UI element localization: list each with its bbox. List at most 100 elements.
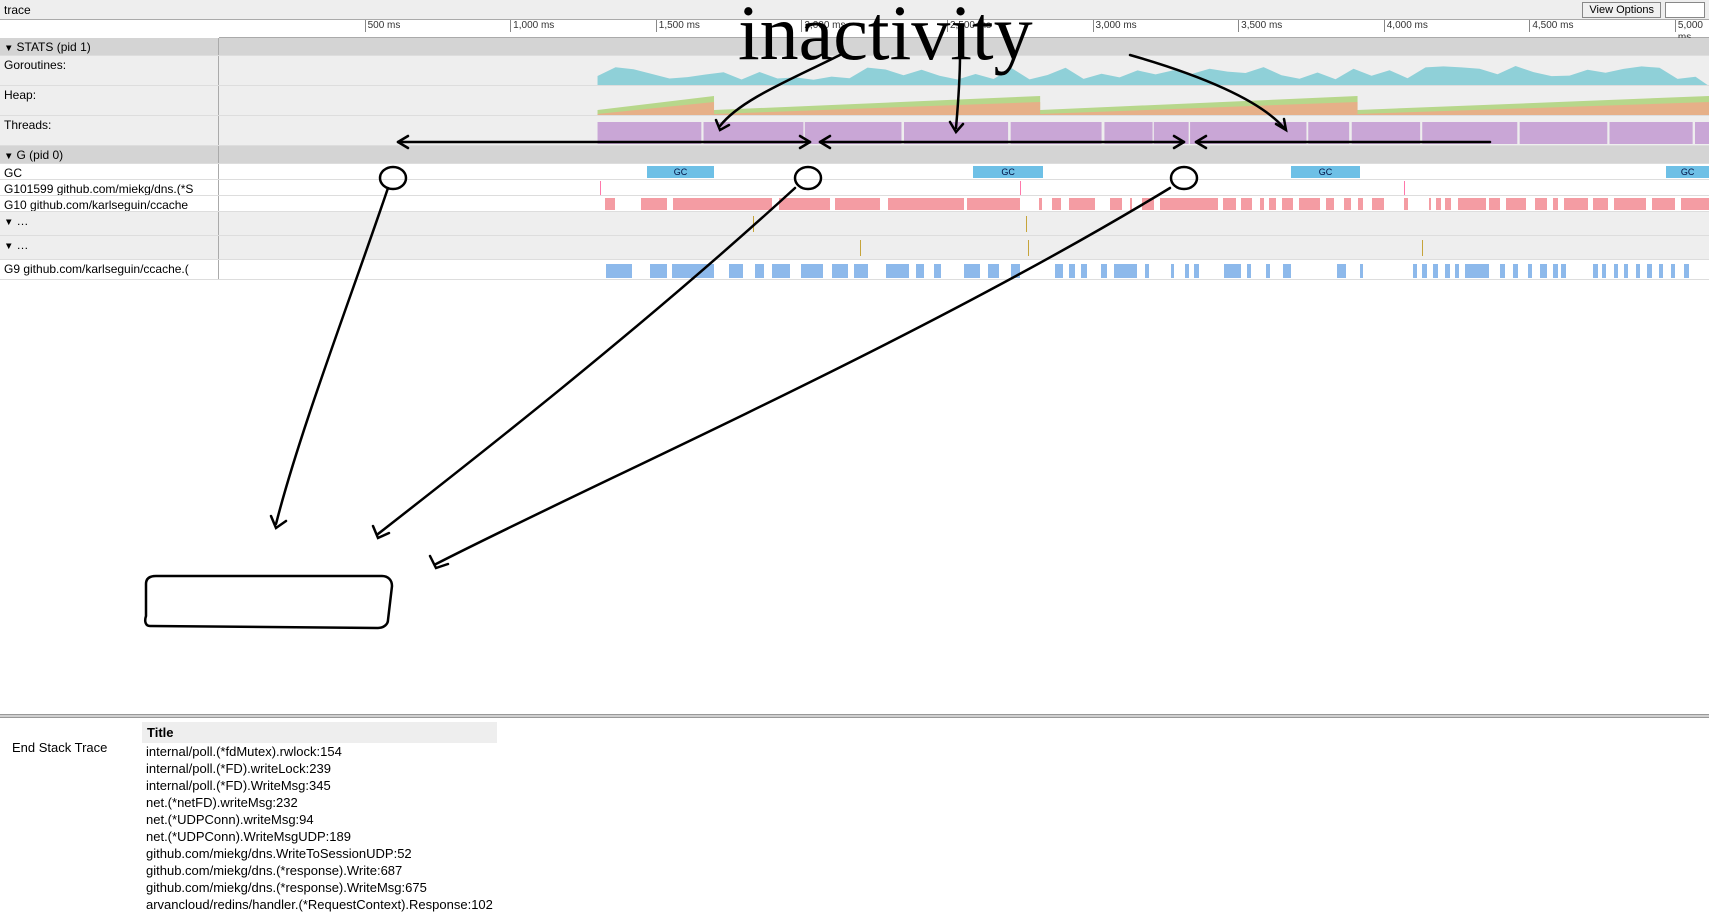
running-span[interactable] bbox=[1360, 264, 1363, 278]
gc-row[interactable]: GC GCGCGCGC bbox=[0, 164, 1709, 180]
running-span[interactable] bbox=[1614, 198, 1646, 210]
running-span[interactable] bbox=[1429, 198, 1431, 210]
running-span[interactable] bbox=[1413, 264, 1417, 278]
stats-section-header[interactable]: STATS (pid 1) bbox=[0, 38, 1709, 56]
gc-span[interactable]: GC bbox=[1666, 166, 1709, 178]
running-span[interactable] bbox=[1445, 264, 1450, 278]
gc-span[interactable]: GC bbox=[647, 166, 714, 178]
running-span[interactable] bbox=[1433, 264, 1437, 278]
running-span[interactable] bbox=[886, 264, 909, 278]
ellipsis-row-1[interactable]: … bbox=[0, 212, 1709, 236]
running-span[interactable] bbox=[1465, 264, 1488, 278]
running-span[interactable] bbox=[673, 198, 772, 210]
running-span[interactable] bbox=[1652, 198, 1675, 210]
stack-frame[interactable]: net.(*UDPConn).writeMsg:94 bbox=[142, 811, 497, 828]
running-span[interactable] bbox=[1445, 198, 1451, 210]
stack-frame[interactable]: internal/poll.(*FD).WriteMsg:345 bbox=[142, 777, 497, 794]
running-span[interactable] bbox=[1659, 264, 1663, 278]
running-span[interactable] bbox=[1101, 264, 1107, 278]
running-span[interactable] bbox=[1160, 198, 1218, 210]
running-span[interactable] bbox=[1358, 198, 1364, 210]
running-span[interactable] bbox=[1130, 198, 1132, 210]
running-span[interactable] bbox=[1142, 198, 1154, 210]
running-span[interactable] bbox=[1081, 264, 1086, 278]
running-span[interactable] bbox=[1282, 198, 1294, 210]
running-span[interactable] bbox=[988, 264, 1000, 278]
running-span[interactable] bbox=[1564, 198, 1587, 210]
view-options-button[interactable]: View Options bbox=[1582, 2, 1661, 18]
event-tick[interactable] bbox=[860, 240, 861, 256]
running-span[interactable] bbox=[1540, 264, 1547, 278]
topbar-extra-box[interactable] bbox=[1665, 2, 1705, 18]
running-span[interactable] bbox=[1500, 264, 1504, 278]
running-span[interactable] bbox=[967, 198, 1020, 210]
running-span[interactable] bbox=[641, 198, 667, 210]
running-span[interactable] bbox=[1069, 264, 1075, 278]
stack-frame[interactable]: net.(*netFD).writeMsg:232 bbox=[142, 794, 497, 811]
running-span[interactable] bbox=[1404, 198, 1408, 210]
running-span[interactable] bbox=[1422, 264, 1428, 278]
g10-row[interactable]: G10 github.com/karlseguin/ccache bbox=[0, 196, 1709, 212]
running-span[interactable] bbox=[1052, 198, 1061, 210]
running-span[interactable] bbox=[1223, 198, 1236, 210]
event-tick[interactable] bbox=[1404, 181, 1405, 195]
gc-span[interactable]: GC bbox=[1291, 166, 1361, 178]
running-span[interactable] bbox=[1194, 264, 1198, 278]
running-span[interactable] bbox=[854, 264, 869, 278]
running-span[interactable] bbox=[1671, 264, 1675, 278]
running-span[interactable] bbox=[1069, 198, 1096, 210]
running-span[interactable] bbox=[672, 264, 714, 278]
event-tick[interactable] bbox=[1028, 240, 1029, 256]
running-span[interactable] bbox=[606, 264, 632, 278]
g-section-header[interactable]: G (pid 0) bbox=[0, 146, 1709, 164]
event-tick[interactable] bbox=[753, 216, 754, 232]
running-span[interactable] bbox=[1602, 264, 1606, 278]
event-tick[interactable] bbox=[1020, 181, 1021, 195]
running-span[interactable] bbox=[1513, 264, 1517, 278]
running-span[interactable] bbox=[1614, 264, 1618, 278]
stack-frame[interactable]: github.com/miekg/dns.(*response).Write:6… bbox=[142, 862, 497, 879]
ellipsis-row-2[interactable]: … bbox=[0, 236, 1709, 260]
running-span[interactable] bbox=[1553, 264, 1559, 278]
running-span[interactable] bbox=[1114, 264, 1136, 278]
g9-row[interactable]: G9 github.com/karlseguin/ccache.( bbox=[0, 260, 1709, 280]
running-span[interactable] bbox=[1684, 264, 1690, 278]
running-span[interactable] bbox=[1283, 264, 1290, 278]
running-span[interactable] bbox=[772, 264, 789, 278]
running-span[interactable] bbox=[1647, 264, 1651, 278]
running-span[interactable] bbox=[916, 264, 923, 278]
running-span[interactable] bbox=[832, 264, 848, 278]
running-span[interactable] bbox=[1299, 198, 1319, 210]
stack-frame[interactable]: arvancloud/redins/handler.(*RequestConte… bbox=[142, 896, 497, 913]
running-span[interactable] bbox=[779, 198, 831, 210]
stack-frame[interactable]: internal/poll.(*fdMutex).rwlock:154 bbox=[142, 743, 497, 760]
running-span[interactable] bbox=[1241, 198, 1252, 210]
running-span[interactable] bbox=[1624, 264, 1628, 278]
running-span[interactable] bbox=[755, 264, 764, 278]
running-span[interactable] bbox=[1269, 198, 1276, 210]
running-span[interactable] bbox=[1372, 198, 1384, 210]
running-span[interactable] bbox=[801, 264, 823, 278]
running-span[interactable] bbox=[1185, 264, 1189, 278]
running-span[interactable] bbox=[1247, 264, 1251, 278]
running-span[interactable] bbox=[1561, 264, 1565, 278]
running-span[interactable] bbox=[1039, 198, 1042, 210]
time-ruler[interactable]: 500 ms1,000 ms1,500 ms2,000 ms2,500 ms3,… bbox=[219, 20, 1709, 38]
running-span[interactable] bbox=[964, 264, 979, 278]
running-span[interactable] bbox=[650, 264, 667, 278]
running-span[interactable] bbox=[1436, 198, 1440, 210]
running-span[interactable] bbox=[1593, 198, 1608, 210]
gc-span[interactable]: GC bbox=[973, 166, 1043, 178]
running-span[interactable] bbox=[1489, 198, 1501, 210]
running-span[interactable] bbox=[1011, 264, 1020, 278]
running-span[interactable] bbox=[1458, 198, 1486, 210]
running-span[interactable] bbox=[1528, 264, 1532, 278]
running-span[interactable] bbox=[1110, 198, 1122, 210]
stack-frame[interactable]: github.com/miekg/dns.(*response).WriteMs… bbox=[142, 879, 497, 896]
running-span[interactable] bbox=[1636, 264, 1640, 278]
running-span[interactable] bbox=[1145, 264, 1149, 278]
event-tick[interactable] bbox=[1026, 216, 1027, 232]
running-span[interactable] bbox=[729, 264, 744, 278]
running-span[interactable] bbox=[1171, 264, 1174, 278]
running-span[interactable] bbox=[1681, 198, 1709, 210]
